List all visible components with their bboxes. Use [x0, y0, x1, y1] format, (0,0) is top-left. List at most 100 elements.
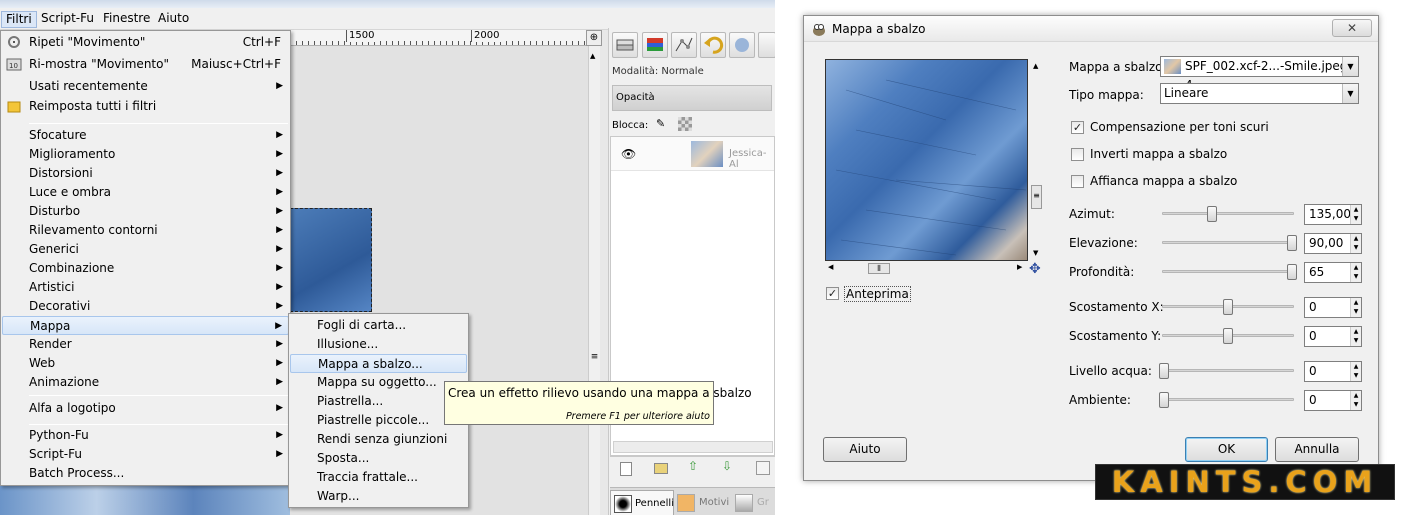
menu-item-category[interactable]: Sfocature ▶	[2, 126, 289, 145]
slider-value-spinbox[interactable]: 65 ▲ ▼	[1304, 262, 1362, 283]
menu-windows[interactable]: Finestre	[99, 11, 154, 28]
compensate-checkbox[interactable]: ✓	[1071, 121, 1084, 134]
slider-handle[interactable]	[1207, 206, 1217, 222]
spin-arrows-icon[interactable]: ▲ ▼	[1350, 234, 1361, 253]
menu-item-repeat[interactable]: Ripeti "Movimento" Ctrl+F	[2, 33, 289, 52]
preview-vscroll[interactable]: ▲ ≡ ▼	[1030, 59, 1044, 261]
slider-value-spinbox[interactable]: 0 ▲ ▼	[1304, 390, 1362, 411]
slider-value-spinbox[interactable]: 90,00 ▲ ▼	[1304, 233, 1362, 254]
opacity-slider[interactable]: Opacità	[612, 85, 772, 111]
slider-handle[interactable]	[1159, 363, 1169, 379]
scroll-grip-icon[interactable]: ≡	[590, 352, 599, 364]
preview-checkbox[interactable]: ✓	[826, 287, 839, 300]
slider-track[interactable]	[1162, 241, 1294, 244]
preview-image[interactable]	[825, 59, 1028, 261]
slider-handle[interactable]	[1223, 328, 1233, 344]
submenu-item[interactable]: Mappa su oggetto...	[290, 373, 467, 392]
ok-button[interactable]: OK	[1185, 437, 1268, 462]
menu-item-category[interactable]: Miglioramento ▶	[2, 145, 289, 164]
spin-arrows-icon[interactable]: ▲ ▼	[1350, 205, 1361, 224]
preview-label[interactable]: Anteprima	[844, 286, 911, 302]
menu-item-reshow[interactable]: 10 Ri-mostra "Movimento" Maiusc+Ctrl+F	[2, 55, 289, 74]
navigate-move-icon[interactable]: ✥	[1029, 262, 1041, 276]
slider-handle[interactable]	[1223, 299, 1233, 315]
help-button[interactable]: Aiuto	[823, 437, 907, 462]
paths-tab-icon[interactable]	[671, 32, 697, 58]
slider-handle[interactable]	[1159, 392, 1169, 408]
tab-patterns[interactable]: Motivi	[675, 490, 731, 515]
submenu-item[interactable]: Piastrelle piccole...	[290, 411, 467, 430]
mode-value[interactable]: Normale	[661, 66, 703, 77]
raise-layer-icon[interactable]: ⇧	[688, 459, 698, 473]
slider-track[interactable]	[1162, 212, 1294, 215]
canvas-image[interactable]	[290, 208, 372, 312]
spin-arrows-icon[interactable]: ▲ ▼	[1350, 391, 1361, 410]
menu-item-category[interactable]: Luce e ombra ▶	[2, 183, 289, 202]
spin-arrows-icon[interactable]: ▲ ▼	[1350, 298, 1361, 317]
spin-arrows-icon[interactable]: ▲ ▼	[1350, 263, 1361, 282]
scroll-right-icon[interactable]: ▶	[1017, 263, 1022, 271]
tile-label[interactable]: Affianca mappa a sbalzo	[1090, 174, 1237, 188]
menu-filters[interactable]: Filtri	[1, 11, 37, 28]
submenu-item[interactable]: Rendi senza giunzioni	[290, 430, 467, 449]
lock-alpha-icon[interactable]	[678, 117, 692, 131]
scroll-thumb[interactable]: ⦀	[868, 263, 890, 274]
submenu-item[interactable]: Warp...	[290, 487, 467, 506]
menu-script-fu[interactable]: Script-Fu	[37, 11, 98, 28]
new-layer-icon[interactable]	[620, 462, 632, 476]
canvas-scrollbar[interactable]: ▲ ≡	[588, 46, 600, 515]
spin-arrows-icon[interactable]: ▲ ▼	[1350, 362, 1361, 381]
menu-item-script-fu[interactable]: Script-Fu ▶	[2, 445, 289, 464]
submenu-item[interactable]: Sposta...	[290, 449, 467, 468]
slider-handle[interactable]	[1287, 264, 1297, 280]
submenu-item[interactable]: Illusione...	[290, 335, 467, 354]
slider-value-spinbox[interactable]: 135,00 ▲ ▼	[1304, 204, 1362, 225]
preview-hscroll[interactable]: ◀ ⦀ ▶	[825, 262, 1028, 276]
slider-track[interactable]	[1162, 270, 1294, 273]
tab-gradients[interactable]: Gr	[733, 490, 775, 515]
close-button[interactable]: ✕	[1332, 19, 1372, 37]
menu-item-category[interactable]: Disturbo ▶	[2, 202, 289, 221]
menu-item-category[interactable]: Render ▶	[2, 335, 289, 354]
slider-track[interactable]	[1162, 398, 1294, 401]
menu-item-category[interactable]: Artistici ▶	[2, 278, 289, 297]
menu-item-recent[interactable]: Usati recentemente ▶	[2, 77, 289, 96]
scroll-up-icon[interactable]: ▲	[590, 52, 595, 60]
tab-brushes[interactable]: Pennelli	[610, 490, 674, 515]
menu-item-category[interactable]: Web ▶	[2, 354, 289, 373]
submenu-item[interactable]: Fogli di carta...	[290, 316, 467, 335]
search-tab-icon[interactable]	[729, 32, 755, 58]
lower-layer-icon[interactable]: ⇩	[722, 459, 732, 473]
zoom-icon[interactable]: ⊕	[586, 30, 602, 46]
lock-brush-icon[interactable]: ✎	[656, 117, 670, 131]
menu-item-category[interactable]: Distorsioni ▶	[2, 164, 289, 183]
menu-item-alpha-to-logo[interactable]: Alfa a logotipo ▶	[2, 399, 289, 418]
scroll-up-icon[interactable]: ▲	[1033, 62, 1038, 70]
channels-tab-icon[interactable]	[642, 32, 668, 58]
chevron-down-icon[interactable]: ▼	[1342, 84, 1358, 103]
bumpmap-select[interactable]: SPF_002.xcf-2...-Smile.jpeg-4 ▼	[1160, 56, 1359, 92]
menu-item-category[interactable]: Rilevamento contorni ▶	[2, 221, 289, 240]
menu-item-category[interactable]: Decorativi ▶	[2, 297, 289, 316]
menu-item-category[interactable]: Combinazione ▶	[2, 259, 289, 278]
menu-item-category[interactable]: Animazione ▶	[2, 373, 289, 392]
submenu-item[interactable]: Piastrella...	[290, 392, 467, 411]
scroll-left-icon[interactable]: ◀	[828, 263, 833, 271]
more-tab-icon[interactable]	[758, 32, 775, 58]
layer-name[interactable]: Jessica-Al	[729, 148, 774, 170]
spin-arrows-icon[interactable]: ▲ ▼	[1350, 327, 1361, 346]
slider-value-spinbox[interactable]: 0 ▲ ▼	[1304, 361, 1362, 382]
slider-handle[interactable]	[1287, 235, 1297, 251]
chevron-down-icon[interactable]: ▼	[1342, 57, 1358, 76]
maptype-select[interactable]: Lineare ▼	[1160, 83, 1359, 104]
tile-checkbox[interactable]	[1071, 175, 1084, 188]
menu-item-python-fu[interactable]: Python-Fu ▶	[2, 426, 289, 445]
invert-checkbox[interactable]	[1071, 148, 1084, 161]
menu-item-category[interactable]: Mappa ▶	[2, 316, 289, 335]
submenu-item[interactable]: Traccia frattale...	[290, 468, 467, 487]
menu-item-batch-process[interactable]: Batch Process...	[2, 464, 289, 483]
menu-item-reset[interactable]: Reimposta tutti i filtri	[2, 97, 289, 116]
duplicate-layer-icon[interactable]	[756, 461, 770, 475]
layers-tab-icon[interactable]	[612, 32, 638, 58]
layer-list-scrollbar[interactable]	[613, 441, 773, 453]
